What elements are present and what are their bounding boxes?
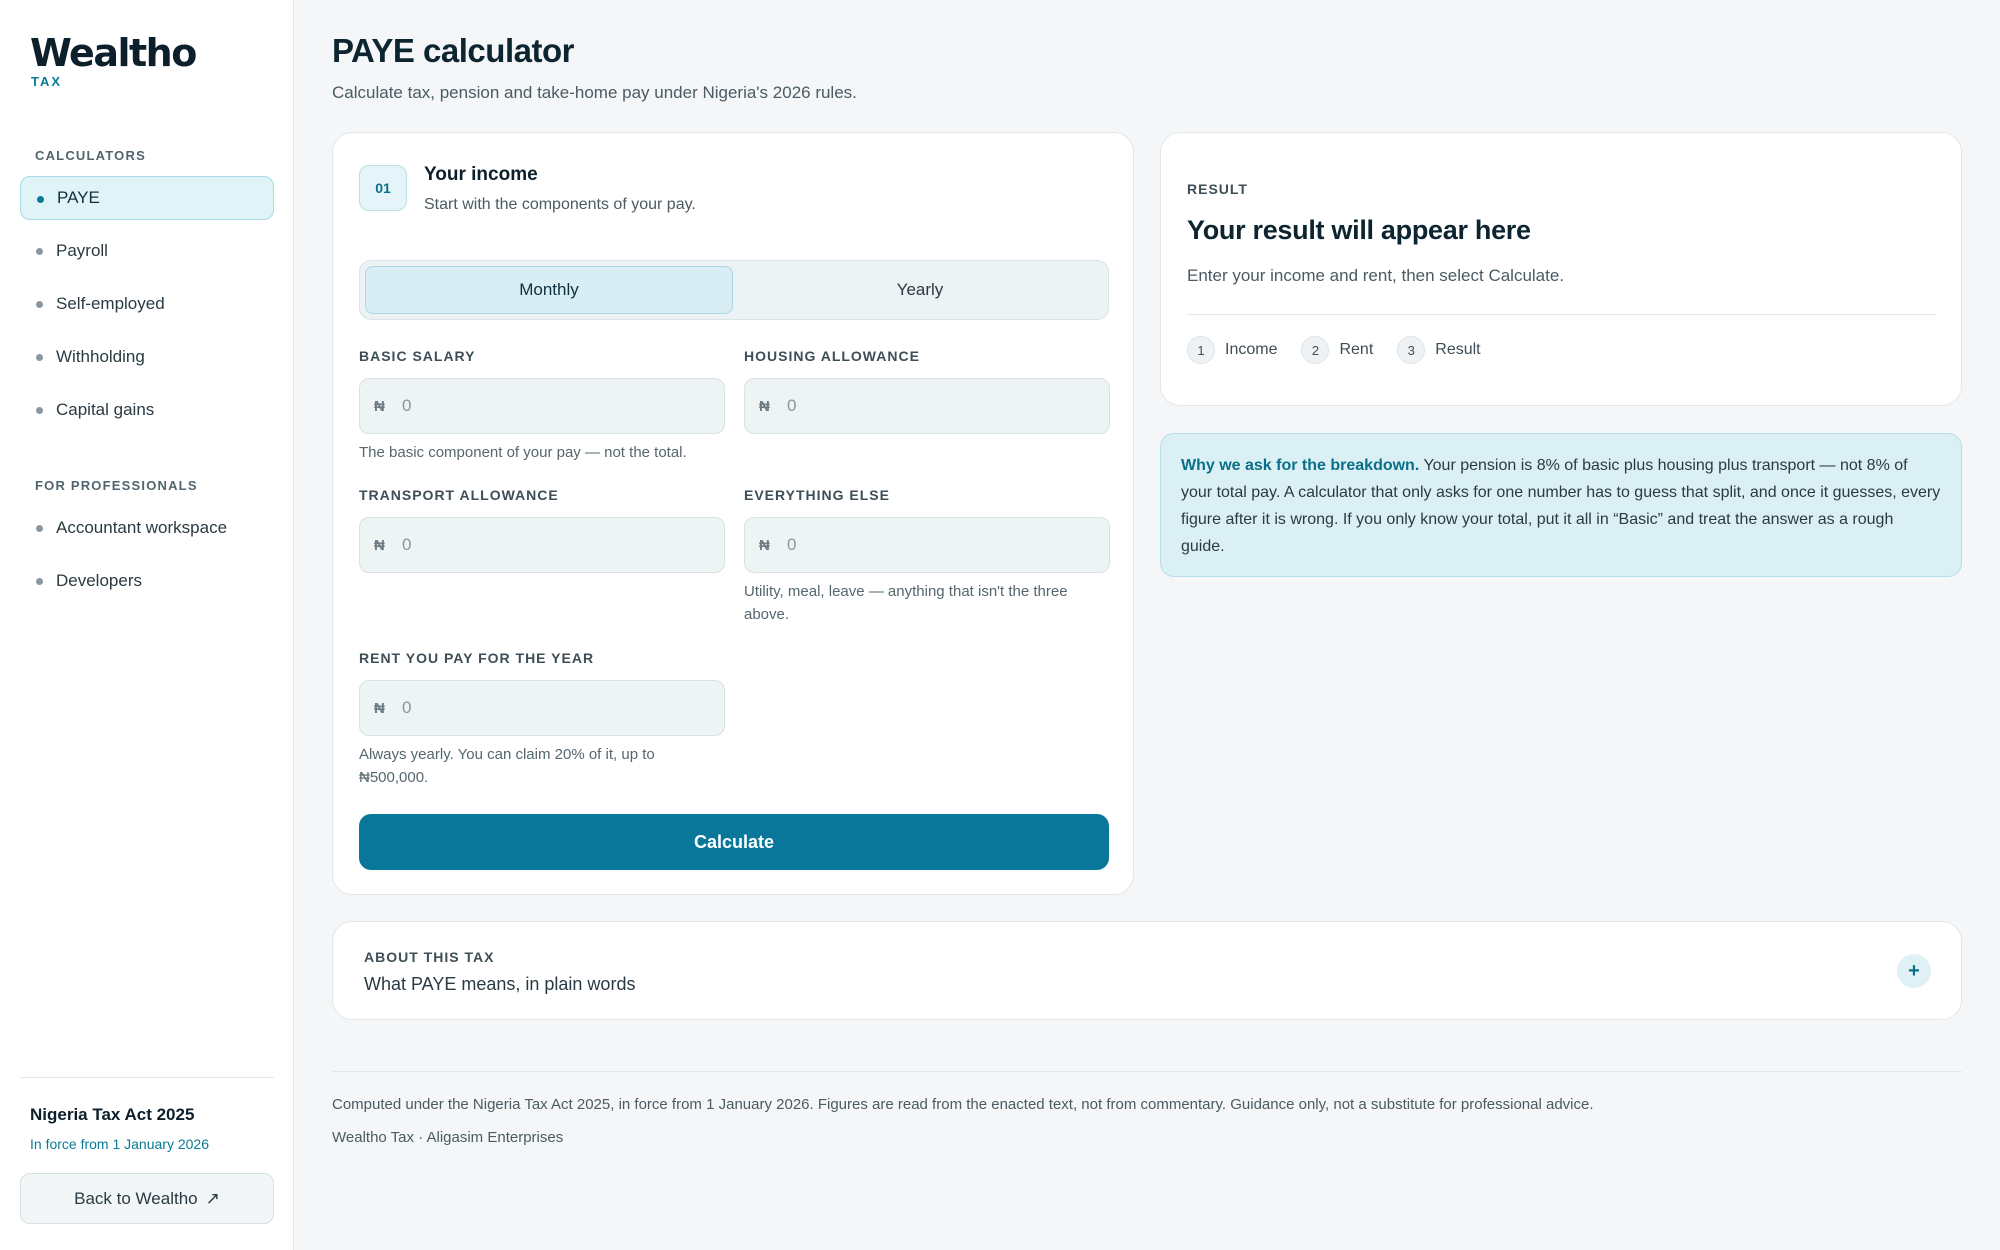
period-monthly-option[interactable]: Monthly [365,266,733,314]
professionals-heading: FOR PROFESSIONALS [35,478,198,493]
sidebar-item-accountant-workspace[interactable]: Accountant workspace [20,506,274,550]
calculators-heading: CALCULATORS [35,148,146,163]
sidebar: Wealtho TAX CALCULATORS PAYE Payroll Sel… [0,0,294,1250]
sidebar-item-label: Accountant workspace [56,518,228,537]
step-income: 1 Income [1187,336,1277,364]
dot-icon [36,407,43,414]
housing-allowance-input[interactable] [787,396,1087,416]
rent-label: RENT YOU PAY FOR THE YEAR [359,650,595,666]
progress-steps: 1 Income 2 Rent 3 Result [1187,336,1505,364]
page-title: PAYE calculator [332,32,574,69]
result-title: Your result will appear here [1187,215,1531,245]
dot-icon [36,301,43,308]
basic-salary-hint: The basic component of your pay — not th… [359,444,687,461]
basic-salary-field[interactable]: ₦ [359,378,725,434]
logo-wordmark: Wealtho [30,31,197,75]
housing-allowance-label: HOUSING ALLOWANCE [744,348,920,364]
transport-allowance-field[interactable]: ₦ [359,517,725,573]
back-button-label: Back to Wealtho [74,1188,198,1208]
dot-icon [36,525,43,532]
about-title: What PAYE means, in plain words [364,974,636,994]
naira-icon: ₦ [759,397,770,415]
period-toggle: Monthly Yearly [359,260,1109,320]
sidebar-item-label: Capital gains [56,400,155,419]
income-title: Your income [424,164,538,185]
sidebar-item-paye[interactable]: PAYE [20,176,274,220]
everything-else-hint: Utility, meal, leave — anything that isn… [744,583,1068,623]
sidebar-item-payroll[interactable]: Payroll [20,229,274,273]
naira-icon: ₦ [374,536,385,554]
everything-else-input[interactable] [787,535,1087,555]
about-label: ABOUT THIS TAX [364,949,495,965]
dot-icon [36,354,43,361]
act-subtitle: In force from 1 January 2026 [30,1136,209,1152]
step-badge: 01 [359,165,407,211]
income-subtitle: Start with the components of your pay. [424,196,696,213]
act-title: Nigeria Tax Act 2025 [30,1105,195,1124]
sidebar-item-capital-gains[interactable]: Capital gains [20,388,274,432]
period-yearly-option[interactable]: Yearly [737,266,1103,314]
calculate-button[interactable]: Calculate [359,814,1109,870]
sidebar-item-withholding[interactable]: Withholding [20,335,274,379]
transport-allowance-label: TRANSPORT ALLOWANCE [359,487,559,503]
footer-brand: Wealtho Tax · Aligasim Enterprises [332,1129,564,1146]
active-dot-icon [37,196,44,203]
naira-icon: ₦ [374,397,385,415]
step-number: 1 [1187,336,1215,364]
sidebar-item-label: PAYE [57,188,100,207]
sidebar-divider [20,1077,274,1078]
sidebar-item-label: Withholding [56,347,145,366]
everything-else-label: EVERYTHING ELSE [744,487,890,503]
breakdown-info-box: Why we ask for the breakdown. Your pensi… [1160,433,1962,577]
logo[interactable]: Wealtho TAX [30,30,197,89]
step-number: 3 [1397,336,1426,364]
result-card: RESULT Your result will appear here Ente… [1160,132,1962,406]
page-subtitle: Calculate tax, pension and take-home pay… [332,83,857,102]
basic-salary-label: BASIC SALARY [359,348,476,364]
result-subtitle: Enter your income and rent, then select … [1187,266,1565,285]
transport-allowance-input[interactable] [402,535,702,555]
sidebar-item-self-employed[interactable]: Self-employed [20,282,274,326]
rent-input[interactable] [402,698,702,718]
sidebar-item-label: Developers [56,571,142,590]
naira-icon: ₦ [374,699,385,717]
sidebar-item-developers[interactable]: Developers [20,559,274,603]
result-label: RESULT [1187,181,1248,197]
step-label: Income [1225,341,1278,358]
step-rent: 2 Rent [1301,336,1373,364]
rent-field[interactable]: ₦ [359,680,725,736]
basic-salary-input[interactable] [402,396,702,416]
expand-plus-icon[interactable]: + [1897,954,1931,988]
rent-hint: Always yearly. You can claim 20% of it, … [359,746,655,786]
step-label: Result [1435,341,1481,358]
naira-icon: ₦ [759,536,770,554]
everything-else-field[interactable]: ₦ [744,517,1110,573]
footer-disclaimer: Computed under the Nigeria Tax Act 2025,… [332,1096,1594,1113]
external-link-icon: ↗ [205,1188,220,1208]
about-this-tax-card[interactable]: ABOUT THIS TAX What PAYE means, in plain… [332,921,1962,1020]
dot-icon [36,578,43,585]
logo-tag: TAX [31,74,63,89]
back-to-wealtho-button[interactable]: Back to Wealtho ↗ [20,1173,274,1224]
step-label: Rent [1339,341,1374,358]
step-result: 3 Result [1397,336,1481,364]
housing-allowance-field[interactable]: ₦ [744,378,1110,434]
info-lead: Why we ask for the breakdown. [1181,457,1420,474]
result-divider [1187,314,1937,315]
footer-divider [332,1071,1962,1072]
sidebar-item-label: Payroll [56,241,108,260]
dot-icon [36,248,43,255]
income-card: 01 Your income Start with the components… [332,132,1134,895]
sidebar-item-label: Self-employed [56,294,165,313]
step-number: 2 [1301,336,1330,364]
